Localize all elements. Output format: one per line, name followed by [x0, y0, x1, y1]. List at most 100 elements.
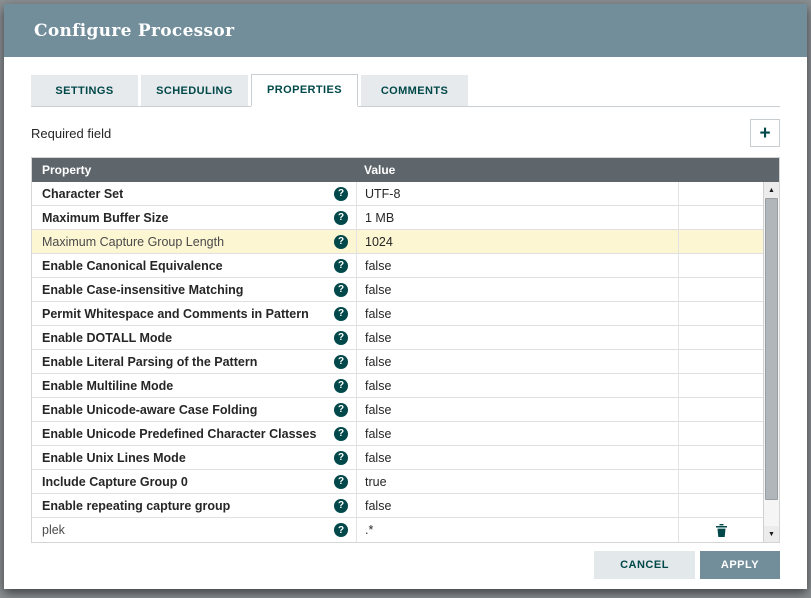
table-row[interactable]: Include Capture Group 0 ? true [32, 470, 763, 494]
value-cell[interactable]: false [356, 254, 678, 277]
scrollbar-thumb[interactable] [765, 198, 778, 500]
property-name: Enable repeating capture group [42, 498, 231, 513]
actions-cell [678, 326, 763, 349]
help-icon[interactable]: ? [334, 234, 348, 249]
table-row[interactable]: Enable DOTALL Mode ? false [32, 326, 763, 350]
value-cell[interactable]: false [356, 350, 678, 373]
value-cell[interactable]: false [356, 374, 678, 397]
help-icon[interactable]: ? [334, 402, 348, 417]
value-cell[interactable]: 1024 [356, 230, 678, 253]
apply-button[interactable]: APPLY [700, 551, 780, 579]
property-name: Maximum Capture Group Length [42, 234, 225, 249]
scrollbar[interactable]: ▲ ▼ [763, 182, 779, 542]
properties-toolbar: Required field + [31, 119, 780, 147]
value-cell[interactable]: false [356, 446, 678, 469]
tab-properties[interactable]: PROPERTIES [251, 74, 358, 107]
help-icon[interactable]: ? [334, 306, 348, 321]
value-cell[interactable]: .* [356, 518, 678, 542]
value-cell[interactable]: false [356, 422, 678, 445]
help-icon[interactable]: ? [334, 378, 348, 393]
value-cell[interactable]: false [356, 494, 678, 517]
help-icon[interactable]: ? [334, 330, 348, 345]
actions-cell [678, 374, 763, 397]
tab-settings[interactable]: SETTINGS [31, 75, 138, 106]
help-icon[interactable]: ? [334, 474, 348, 489]
value-cell[interactable]: UTF-8 [356, 182, 678, 205]
help-icon[interactable]: ? [334, 210, 348, 225]
table-row[interactable]: Enable Case-insensitive Matching ? false [32, 278, 763, 302]
property-name: Permit Whitespace and Comments in Patter… [42, 306, 309, 321]
actions-cell [678, 422, 763, 445]
actions-cell [678, 254, 763, 277]
property-cell: Enable Unicode Predefined Character Clas… [32, 422, 356, 445]
actions-cell [678, 446, 763, 469]
dialog-footer: CANCEL APPLY [4, 551, 807, 589]
property-name: Include Capture Group 0 [42, 474, 188, 489]
table-row[interactable]: Enable Literal Parsing of the Pattern ? … [32, 350, 763, 374]
table-row[interactable]: Maximum Capture Group Length ? 1024 [32, 230, 763, 254]
help-icon[interactable]: ? [334, 523, 348, 537]
table-row[interactable]: Character Set ? UTF-8 [32, 182, 763, 206]
table-row[interactable]: Enable Multiline Mode ? false [32, 374, 763, 398]
property-name: plek [42, 523, 65, 537]
help-icon[interactable]: ? [334, 498, 348, 513]
table-row[interactable]: Maximum Buffer Size ? 1 MB [32, 206, 763, 230]
property-name: Character Set [42, 186, 124, 201]
property-name: Maximum Buffer Size [42, 210, 169, 225]
actions-cell [678, 494, 763, 517]
property-cell: plek ? [32, 518, 356, 542]
table-row[interactable]: Permit Whitespace and Comments in Patter… [32, 302, 763, 326]
property-cell: Enable Case-insensitive Matching ? [32, 278, 356, 301]
scrollbar-track[interactable] [764, 198, 779, 526]
table-row[interactable]: Enable Unicode-aware Case Folding ? fals… [32, 398, 763, 422]
tab-comments[interactable]: COMMENTS [361, 75, 468, 106]
property-cell: Enable Literal Parsing of the Pattern ? [32, 350, 356, 373]
table-header-row: Property Value [32, 158, 779, 182]
actions-cell [678, 398, 763, 421]
tab-bar: SETTINGS SCHEDULING PROPERTIES COMMENTS [31, 74, 780, 107]
actions-cell [678, 278, 763, 301]
property-name: Enable Canonical Equivalence [42, 258, 223, 273]
help-icon[interactable]: ? [334, 426, 348, 441]
help-icon[interactable]: ? [334, 354, 348, 369]
help-icon[interactable]: ? [334, 282, 348, 297]
tab-label: COMMENTS [380, 85, 449, 97]
value-cell[interactable]: true [356, 470, 678, 493]
value-cell[interactable]: false [356, 398, 678, 421]
actions-cell [678, 350, 763, 373]
property-cell: Enable repeating capture group ? [32, 494, 356, 517]
property-cell: Enable Canonical Equivalence ? [32, 254, 356, 277]
trash-icon[interactable] [715, 523, 727, 537]
help-icon[interactable]: ? [334, 258, 348, 273]
table-row[interactable]: Enable Unix Lines Mode ? false [32, 446, 763, 470]
help-icon[interactable]: ? [334, 450, 348, 465]
column-header-property: Property [42, 163, 92, 177]
property-name: Enable Case-insensitive Matching [42, 282, 244, 297]
property-cell: Enable Unicode-aware Case Folding ? [32, 398, 356, 421]
plus-icon: + [759, 122, 771, 144]
property-name: Enable Multiline Mode [42, 378, 174, 393]
table-row[interactable]: Enable repeating capture group ? false [32, 494, 763, 518]
property-cell: Enable Multiline Mode ? [32, 374, 356, 397]
table-row[interactable]: Enable Unicode Predefined Character Clas… [32, 422, 763, 446]
cancel-button[interactable]: CANCEL [594, 551, 695, 579]
value-cell[interactable]: 1 MB [356, 206, 678, 229]
property-name: Enable DOTALL Mode [42, 330, 173, 345]
value-cell[interactable]: false [356, 302, 678, 325]
actions-cell [678, 230, 763, 253]
value-cell[interactable]: false [356, 326, 678, 349]
tab-scheduling[interactable]: SCHEDULING [141, 75, 248, 106]
help-icon[interactable]: ? [334, 186, 348, 201]
table-row[interactable]: Enable Canonical Equivalence ? false [32, 254, 763, 278]
dialog-body: SETTINGS SCHEDULING PROPERTIES COMMENTS … [4, 57, 807, 551]
configure-processor-dialog: Configure Processor SETTINGS SCHEDULING … [4, 4, 807, 589]
properties-table: Property Value Character Set ? UTF-8 Max… [31, 157, 780, 543]
table-rows-wrap: Character Set ? UTF-8 Maximum Buffer Siz… [32, 182, 779, 542]
add-property-button[interactable]: + [750, 119, 780, 147]
table-row[interactable]: plek ? .* [32, 518, 763, 542]
scroll-up-icon[interactable]: ▲ [764, 182, 779, 198]
property-cell: Enable Unix Lines Mode ? [32, 446, 356, 469]
value-cell[interactable]: false [356, 278, 678, 301]
scroll-down-icon[interactable]: ▼ [764, 526, 779, 542]
property-name: Enable Unicode-aware Case Folding [42, 402, 258, 417]
